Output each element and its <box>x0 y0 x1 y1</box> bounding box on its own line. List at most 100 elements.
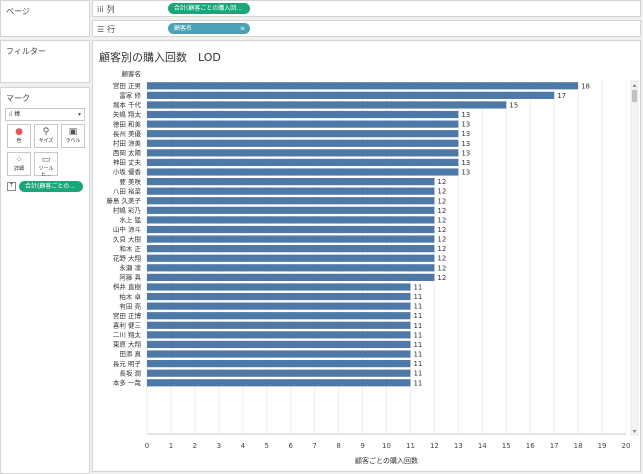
row-label: 富家 修 <box>119 91 141 100</box>
row-label: 長坂 潤 <box>119 368 141 377</box>
row-label: 水上 猛 <box>119 215 141 224</box>
data-label: 12 <box>437 236 446 244</box>
color-icon: ● <box>15 127 23 137</box>
row-label: 和木 正 <box>119 244 141 253</box>
bar[interactable] <box>147 254 435 262</box>
bar[interactable] <box>147 216 435 224</box>
vertical-scrollbar-thumb[interactable] <box>632 90 637 102</box>
row-label: 神田 丈夫 <box>113 158 142 167</box>
rows-dimension-pill[interactable]: 顧客名 ≡ <box>168 23 250 34</box>
bar[interactable] <box>147 225 435 234</box>
tooltip-button[interactable]: ▭ ツールヒ... <box>34 152 58 178</box>
color-button[interactable]: ● 色 <box>7 124 31 148</box>
bar[interactable] <box>147 130 459 138</box>
mark-type-label: 棒 <box>14 111 21 118</box>
data-label: 13 <box>461 169 470 177</box>
size-button[interactable]: ⚲ サイズ <box>34 124 58 148</box>
x-tick-label: 20 <box>622 442 631 450</box>
data-label: 13 <box>461 159 470 167</box>
bar[interactable] <box>147 312 411 320</box>
bar[interactable] <box>147 206 435 214</box>
x-tick-label: 16 <box>526 442 535 450</box>
bar[interactable] <box>147 321 411 329</box>
data-label: 13 <box>461 121 470 129</box>
x-tick-label: 15 <box>502 442 511 450</box>
label-measure-pill[interactable]: 合計(顧客ごとの... <box>19 181 83 192</box>
bar[interactable] <box>147 139 459 147</box>
bar[interactable] <box>147 340 411 349</box>
bar[interactable] <box>147 369 411 377</box>
bar[interactable] <box>147 82 579 90</box>
bar[interactable] <box>147 149 459 157</box>
tooltip-icon: ▭ <box>41 155 51 165</box>
row-label: 小坂 優香 <box>113 167 142 176</box>
x-tick-label: 13 <box>454 442 463 450</box>
row-label: 久貝 大樹 <box>113 234 142 243</box>
data-label: 17 <box>557 92 566 100</box>
x-tick-label: 10 <box>382 442 391 450</box>
data-label: 11 <box>413 370 422 378</box>
data-label: 12 <box>437 207 446 215</box>
data-label: 13 <box>461 130 470 138</box>
bar[interactable] <box>147 168 459 176</box>
color-label: 色 <box>16 138 22 144</box>
x-tick-label: 3 <box>217 442 221 450</box>
bar[interactable] <box>147 245 435 253</box>
bar[interactable] <box>147 302 411 310</box>
bar[interactable] <box>147 350 411 358</box>
x-tick-label: 7 <box>312 442 316 450</box>
row-label: 堀本 千代 <box>113 100 142 109</box>
bar-icon: ıl <box>9 111 13 118</box>
bar[interactable] <box>147 283 411 291</box>
row-label: 八田 裕菜 <box>113 186 142 195</box>
rows-shelf[interactable]: ☰ 行 顧客名 ≡ <box>92 20 641 37</box>
detail-button[interactable]: ⁘ 詳細 <box>7 152 31 176</box>
data-label: 12 <box>437 264 446 272</box>
x-tick-label: 8 <box>336 442 340 450</box>
bar[interactable] <box>147 101 507 109</box>
bar-chart: 顧客名宮田 正男 18富家 修 17堀本 千代 15矢嶋 翔太 13徳田 和美 13長州 … <box>106 69 639 465</box>
x-tick-label: 2 <box>193 442 197 450</box>
pages-shelf[interactable]: ページ <box>0 0 90 37</box>
bar[interactable] <box>147 177 435 186</box>
row-label: 本多 一哉 <box>113 378 142 387</box>
columns-shelf[interactable]: iii 列 合計(顧客ごとの購入回... <box>92 0 641 17</box>
data-label: 11 <box>413 283 422 291</box>
rows-icon: ☰ <box>97 25 105 34</box>
bar[interactable] <box>147 292 411 301</box>
bar[interactable] <box>147 110 459 119</box>
row-label: 藤島 久美子 <box>106 196 141 205</box>
bar[interactable] <box>147 235 435 243</box>
data-label: 18 <box>581 82 590 90</box>
x-tick-label: 1 <box>169 442 173 450</box>
x-tick-label: 14 <box>478 442 487 450</box>
size-icon: ⚲ <box>42 127 50 137</box>
vertical-scrollbar-track[interactable] <box>630 80 639 436</box>
x-axis-title: 顧客ごとの購入回数 <box>355 456 418 465</box>
bar[interactable] <box>147 360 411 368</box>
row-label: 要 美咲 <box>119 177 141 186</box>
mark-type-dropdown[interactable]: ıl 棒 ▾ <box>5 108 85 121</box>
marks-title: マーク <box>6 94 30 103</box>
data-label: 13 <box>461 140 470 148</box>
bar[interactable] <box>147 158 459 167</box>
bar[interactable] <box>147 331 411 339</box>
filters-shelf[interactable]: フィルター <box>0 40 90 83</box>
row-label: 東原 大翔 <box>113 340 142 349</box>
columns-measure-pill[interactable]: 合計(顧客ごとの購入回... <box>168 3 250 14</box>
row-label: 二川 翔太 <box>113 330 142 339</box>
label-icon: ▣ <box>68 127 78 137</box>
bar[interactable] <box>147 120 459 128</box>
x-tick-label: 4 <box>241 442 246 450</box>
bar[interactable] <box>147 91 555 99</box>
bar[interactable] <box>147 273 435 281</box>
bar[interactable] <box>147 187 435 195</box>
row-label: 永瀬 凛 <box>119 263 141 272</box>
x-tick-label: 18 <box>574 442 583 450</box>
bar[interactable] <box>147 379 411 387</box>
bar[interactable] <box>147 197 435 205</box>
x-tick-label: 11 <box>406 442 415 450</box>
label-button[interactable]: ▣ ラベル <box>61 124 85 148</box>
data-label: 13 <box>461 149 470 157</box>
bar[interactable] <box>147 264 435 272</box>
